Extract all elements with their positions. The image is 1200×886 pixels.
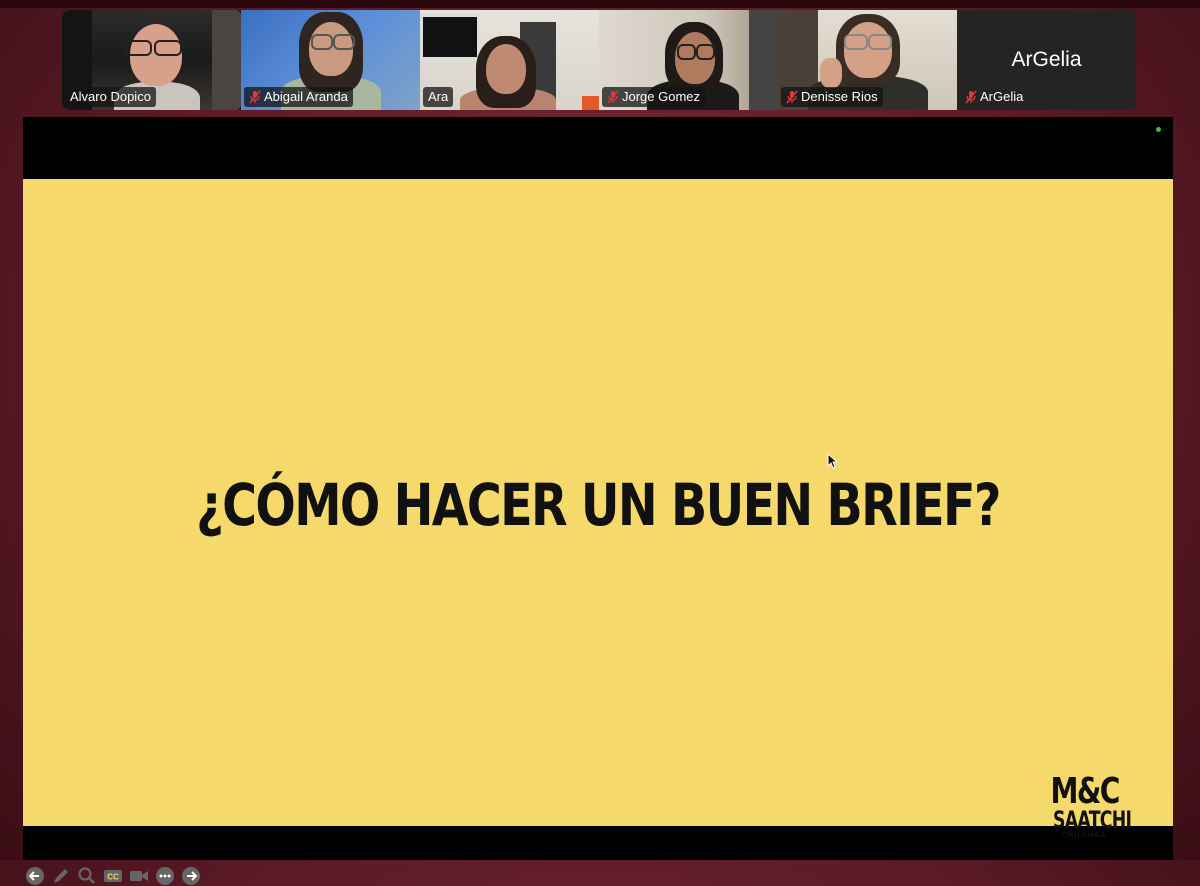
participant-name-tag: Jorge Gomez <box>602 87 706 107</box>
screen-share-area: ¿CÓMO HACER UN BUEN BRIEF? M&C SAATCHI C… <box>23 117 1173 885</box>
mc-saatchi-logo: M&C SAATCHI CHILANGA <box>1041 771 1132 840</box>
participant-name-tag: Denisse Rios <box>781 87 883 107</box>
participant-name-tag: ArGelia <box>960 87 1028 107</box>
closed-caption-icon[interactable]: CC <box>103 866 123 886</box>
participant-name: Ara <box>428 89 449 104</box>
participant-tile-abigail-aranda[interactable]: Abigail Aranda <box>241 10 420 110</box>
participant-name-tag: Abigail Aranda <box>244 87 353 107</box>
participant-name: Alvaro Dopico <box>70 89 151 104</box>
slide-toolbar: CC <box>25 866 201 886</box>
logo-line-1: M&C <box>1050 771 1120 812</box>
microphone-muted-icon <box>786 90 798 104</box>
magnifier-icon[interactable] <box>77 866 97 886</box>
logo-line-2: SAATCHI <box>1053 806 1132 834</box>
more-icon[interactable] <box>155 866 175 886</box>
pen-icon[interactable] <box>51 866 71 886</box>
participant-name: Jorge Gomez <box>622 89 701 104</box>
forward-arrow-icon[interactable] <box>181 866 201 886</box>
window-top-bar <box>0 0 1200 8</box>
participant-tile-ara[interactable]: Ara <box>420 10 599 110</box>
participant-name: Abigail Aranda <box>264 89 348 104</box>
mouse-cursor-icon <box>827 453 837 469</box>
participant-tile-alvaro-dopico[interactable]: Alvaro Dopico <box>62 10 241 110</box>
participant-name: ArGelia <box>980 89 1024 104</box>
microphone-muted-icon <box>965 90 977 104</box>
participant-name-tag: Ara <box>423 87 454 107</box>
slide-title: ¿CÓMO HACER UN BUEN BRIEF? <box>196 471 1001 539</box>
video-camera-icon[interactable] <box>129 866 149 886</box>
svg-text:CC: CC <box>107 873 119 882</box>
microphone-muted-icon <box>607 90 619 104</box>
presentation-slide: ¿CÓMO HACER UN BUEN BRIEF? M&C SAATCHI C… <box>23 179 1173 885</box>
participant-display-name: ArGelia <box>1011 48 1082 71</box>
participant-name-tag: Alvaro Dopico <box>65 87 156 107</box>
back-arrow-icon[interactable] <box>25 866 45 886</box>
participant-tile-argelia[interactable]: ArGelia ArGelia <box>957 10 1136 110</box>
participant-tile-jorge-gomez[interactable]: Jorge Gomez <box>599 10 778 110</box>
share-status-dot <box>1156 127 1161 132</box>
microphone-muted-icon <box>249 90 261 104</box>
participant-name: Denisse Rios <box>801 89 878 104</box>
participant-gallery: Alvaro Dopico Abigail Aranda Ara Jorge G… <box>62 10 1136 110</box>
participant-tile-denisse-rios[interactable]: Denisse Rios <box>778 10 957 110</box>
